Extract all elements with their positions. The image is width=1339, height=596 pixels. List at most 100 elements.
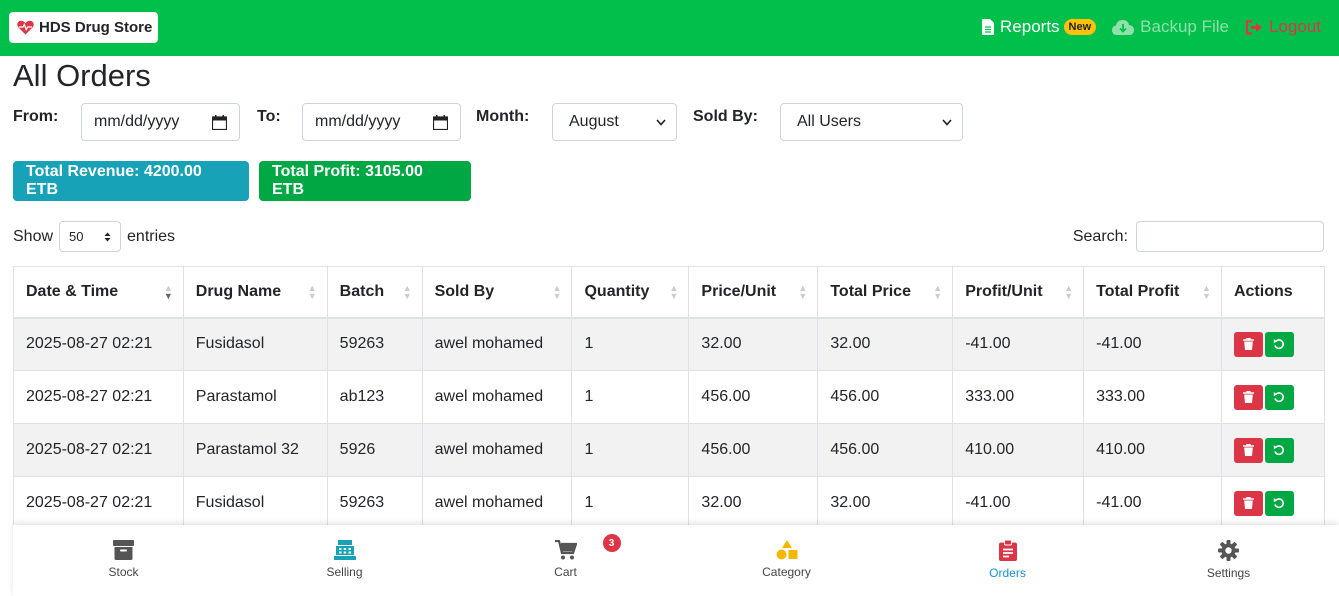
nav-category[interactable]: Category <box>676 525 897 596</box>
trash-icon <box>1242 497 1254 509</box>
header-label: Profit/Unit <box>965 282 1043 300</box>
sort-icon: ▲ ▼ <box>307 283 317 301</box>
cell-profit-unit: -41.00 <box>952 317 1085 371</box>
cell-total-price: 32.00 <box>817 476 954 530</box>
sort-arrows-icon <box>104 232 111 241</box>
bottom-navigation: Stock Selling Cart 3 Category Orders Set… <box>13 525 1339 596</box>
table-row: 2025-08-27 02:21 Fusidasol 59263 awel mo… <box>13 317 1326 371</box>
col-profit-unit[interactable]: Profit/Unit ▲ ▼ <box>952 266 1085 319</box>
sign-out-icon <box>1245 19 1262 35</box>
orders-table: Date & Time ▲ ▼ Drug Name ▲ ▼ Batch ▲ ▼ Sold B… <box>13 266 1326 530</box>
calendar-icon <box>433 114 448 130</box>
logout-label: Logout <box>1269 17 1321 36</box>
chevron-down-icon <box>942 118 952 126</box>
cell-sold-by: awel mohamed <box>421 317 573 371</box>
cell-total-price: 456.00 <box>817 423 954 477</box>
header-label: Drug Name <box>195 282 282 300</box>
cell-sold-by: awel mohamed <box>421 423 573 477</box>
total-revenue-badge: Total Revenue: 4200.00 ETB <box>13 161 249 201</box>
sort-icon: ▲ ▼ <box>669 283 679 301</box>
entries-control: Show 50 entries <box>13 221 175 252</box>
cell-date-time: 2025-08-27 02:21 <box>13 476 184 530</box>
delete-button[interactable] <box>1233 331 1263 357</box>
cell-quantity: 1 <box>571 476 690 530</box>
sold-by-value: All Users <box>797 113 862 130</box>
table-header-row: Date & Time ▲ ▼ Drug Name ▲ ▼ Batch ▲ ▼ Sold B… <box>13 266 1326 319</box>
col-quantity[interactable]: Quantity ▲ ▼ <box>571 266 690 319</box>
col-total-price[interactable]: Total Price ▲ ▼ <box>817 266 954 319</box>
cell-profit-unit: 333.00 <box>952 370 1085 424</box>
entries-select[interactable]: 50 <box>59 221 122 252</box>
col-total-profit[interactable]: Total Profit ▲ ▼ <box>1083 266 1222 319</box>
cell-sold-by: awel mohamed <box>421 476 573 530</box>
delete-button[interactable] <box>1233 384 1263 410</box>
undo-icon <box>1274 445 1285 456</box>
col-batch[interactable]: Batch ▲ ▼ <box>326 266 423 319</box>
cell-drug-name: Fusidasol <box>182 476 328 530</box>
to-date-value: mm/dd/yyyy <box>315 113 401 130</box>
month-value: August <box>569 113 619 130</box>
col-price-unit[interactable]: Price/Unit ▲ ▼ <box>688 266 819 319</box>
col-drug-name[interactable]: Drug Name ▲ ▼ <box>182 266 328 319</box>
nav-label: Stock <box>108 565 139 579</box>
cell-quantity: 1 <box>571 423 690 477</box>
restore-button[interactable] <box>1264 331 1294 357</box>
nav-orders[interactable]: Orders <box>897 525 1118 596</box>
cloud-download-icon <box>1112 20 1135 35</box>
cell-profit-unit: 410.00 <box>952 423 1085 477</box>
chevron-down-icon <box>656 118 666 126</box>
month-select[interactable]: August <box>552 103 677 141</box>
delete-button[interactable] <box>1233 490 1263 516</box>
backup-label: Backup File <box>1140 17 1229 36</box>
col-sold-by[interactable]: Sold By ▲ ▼ <box>421 266 573 319</box>
cell-quantity: 1 <box>571 317 690 371</box>
nav-cart[interactable]: Cart 3 <box>455 525 676 596</box>
restore-button[interactable] <box>1264 490 1294 516</box>
to-date-input[interactable]: mm/dd/yyyy <box>302 103 461 141</box>
trash-icon <box>1242 338 1254 351</box>
from-label: From: <box>13 108 59 125</box>
to-label: To: <box>257 108 281 125</box>
entries-value: 50 <box>69 229 84 244</box>
delete-button[interactable] <box>1233 437 1263 463</box>
from-date-input[interactable]: mm/dd/yyyy <box>81 103 240 141</box>
from-date-value: mm/dd/yyyy <box>94 113 180 130</box>
table-row: 2025-08-27 02:21 Fusidasol 59263 awel mo… <box>13 476 1326 530</box>
sort-icon: ▲ ▼ <box>798 283 808 301</box>
col-date-time[interactable]: Date & Time ▲ ▼ <box>13 266 184 319</box>
cell-profit-unit: -41.00 <box>952 476 1085 530</box>
cell-date-time: 2025-08-27 02:21 <box>13 423 184 477</box>
cell-actions <box>1220 476 1326 530</box>
header-label: Batch <box>339 282 385 300</box>
reports-label: Reports <box>1000 17 1060 36</box>
restore-button[interactable] <box>1264 384 1294 410</box>
search-input[interactable] <box>1136 221 1324 252</box>
search-label: Search: <box>1072 227 1128 245</box>
brand-name: HDS Drug Store <box>39 19 153 36</box>
header-label: Price/Unit <box>701 282 777 300</box>
sort-icon: ▲ ▼ <box>552 283 562 301</box>
reports-link[interactable]: Reports New <box>982 17 1097 37</box>
sort-icon: ▲ ▼ <box>1202 283 1211 301</box>
table-search: Search: <box>1073 221 1324 252</box>
backup-file-link[interactable]: Backup File <box>1112 17 1229 37</box>
cell-actions <box>1220 423 1326 477</box>
cell-drug-name: Parastamol <box>182 370 328 424</box>
sold-by-label: Sold By: <box>693 108 758 125</box>
nav-selling[interactable]: Selling <box>234 525 455 596</box>
logout-link[interactable]: Logout <box>1245 17 1321 37</box>
sort-icon: ▲ ▼ <box>1064 283 1074 301</box>
cell-drug-name: Parastamol 32 <box>182 423 328 477</box>
restore-button[interactable] <box>1264 437 1294 463</box>
cell-actions <box>1220 370 1326 424</box>
header-label: Actions <box>1233 282 1293 300</box>
sort-desc-icon: ▲ ▼ <box>163 283 173 301</box>
undo-icon <box>1274 392 1285 403</box>
brand-logo[interactable]: HDS Drug Store <box>9 12 158 43</box>
nav-settings[interactable]: Settings <box>1118 525 1339 596</box>
header-label: Date & Time <box>26 282 119 300</box>
cell-drug-name: Fusidasol <box>182 317 328 371</box>
nav-stock[interactable]: Stock <box>13 525 234 596</box>
sold-by-select[interactable]: All Users <box>780 103 963 141</box>
cell-batch: 59263 <box>326 317 423 371</box>
